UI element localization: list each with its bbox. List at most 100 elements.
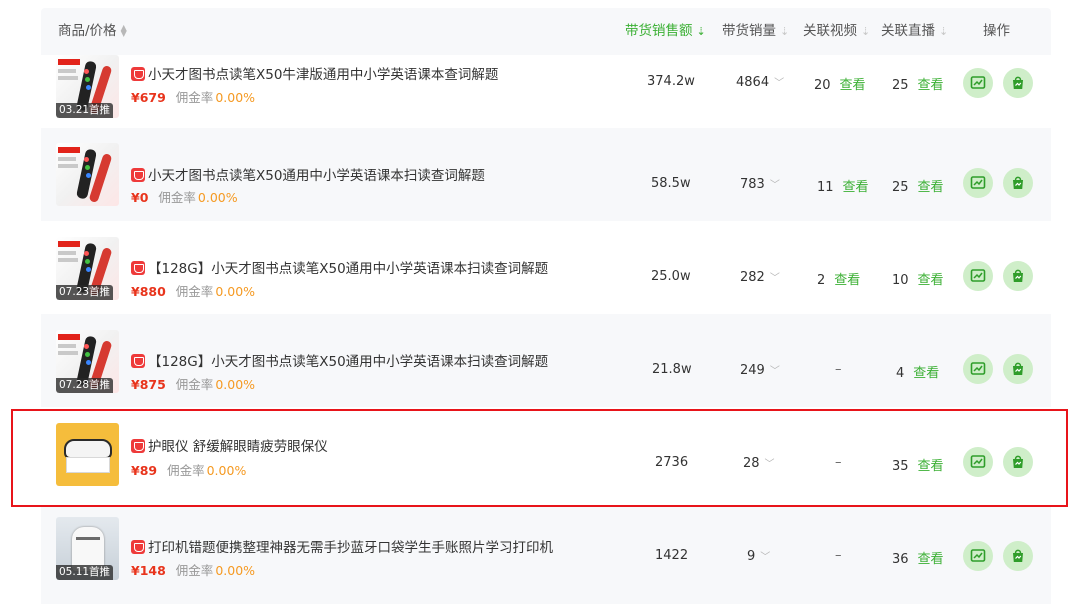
sales-volume[interactable]: 4864 ﹀ (736, 74, 784, 90)
view-live-link[interactable]: 查看 (918, 180, 944, 195)
store-icon (131, 354, 145, 368)
sales-amount: 25.0w (651, 269, 691, 284)
price-line: ¥875 佣金率 0.00% (131, 377, 256, 392)
commission-rate: 0.00% (215, 377, 256, 392)
sales-volume[interactable]: 282 ﹀ (740, 269, 780, 285)
chevron-down-icon: ﹀ (774, 78, 785, 89)
product-title[interactable]: 【128G】小天才图书点读笔X50通用中小学英语课本扫读查词解题 (131, 257, 548, 277)
product-price: ¥875 (131, 377, 166, 392)
product-title[interactable]: 打印机错题便携整理神器无需手抄蓝牙口袋学生手账照片学习打印机 (131, 536, 553, 556)
view-videos-link[interactable]: 查看 (840, 78, 866, 93)
chevron-down-icon: ﹀ (769, 180, 780, 191)
recommend-badge: 07.28首推 (56, 378, 114, 393)
table-header: 商品/价格 ▲ ▼ 带货销售额 ⇣ 带货销量 ⇣ 关联视频 ⇣ 关联直播 ⇣ 操作 (41, 8, 1051, 55)
analysis-button[interactable] (963, 541, 993, 571)
add-to-shop-button[interactable] (1003, 261, 1033, 291)
sort-desc-icon: ⇣ (861, 25, 871, 38)
product-thumbnail[interactable] (56, 143, 119, 206)
view-live-link[interactable]: 查看 (913, 366, 939, 381)
store-icon (131, 261, 145, 275)
sales-volume[interactable]: 9 ﹀ (747, 548, 770, 564)
product-thumbnail[interactable]: 05.11首推 (56, 517, 119, 580)
chart-icon (970, 362, 986, 375)
product-thumbnail[interactable]: 07.28首推 (56, 330, 119, 393)
header-related-live[interactable]: 关联直播 ⇣ (881, 8, 948, 55)
chart-icon (970, 76, 986, 89)
price-line: ¥679 佣金率 0.00% (131, 90, 256, 105)
sales-amount: 1422 (655, 548, 689, 563)
product-thumbnail[interactable]: 03.21首推 (56, 55, 119, 118)
sales-amount: 58.5w (651, 176, 691, 191)
store-icon (131, 168, 145, 182)
add-to-shop-button[interactable] (1003, 168, 1033, 198)
related-videos: 11 查看 (817, 180, 869, 195)
analysis-button[interactable] (963, 68, 993, 98)
view-videos-link[interactable]: 查看 (843, 180, 869, 195)
related-live: 36 查看 (892, 552, 944, 567)
price-line: ¥880 佣金率 0.00% (131, 284, 256, 299)
product-price: ¥148 (131, 563, 166, 578)
sales-amount: 21.8w (652, 362, 692, 377)
table-row: 05.11首推 打印机错题便携整理神器无需手抄蓝牙口袋学生手账照片学习打印机 ¥… (41, 507, 1051, 604)
sort-desc-icon: ⇣ (696, 25, 706, 38)
commission-rate: 0.00% (215, 563, 256, 578)
header-related-videos[interactable]: 关联视频 ⇣ (803, 8, 870, 55)
related-videos: 20 查看 (814, 78, 866, 93)
table-row: 07.28首推 【128G】小天才图书点读笔X50通用中小学英语课本扫读查词解题… (41, 314, 1051, 407)
add-to-shop-button[interactable] (1003, 68, 1033, 98)
header-sales-volume[interactable]: 带货销量 ⇣ (722, 8, 789, 55)
store-icon (131, 540, 145, 554)
shopping-bag-icon (1013, 549, 1023, 562)
chevron-down-icon: ﹀ (769, 366, 780, 377)
header-actions: 操作 (983, 23, 1010, 39)
commission-rate: 0.00% (197, 190, 238, 205)
commission-rate: 0.00% (215, 90, 256, 105)
product-title[interactable]: 小天才图书点读笔X50通用中小学英语课本扫读查词解题 (131, 164, 485, 184)
chart-icon (970, 549, 986, 562)
product-thumbnail[interactable]: 07.23首推 (56, 237, 119, 300)
related-live: 25 查看 (892, 180, 944, 195)
product-title[interactable]: 小天才图书点读笔X50牛津版通用中小学英语课本查词解题 (131, 63, 498, 83)
recommend-badge: 03.21首推 (56, 103, 114, 118)
recommend-badge: 05.11首推 (56, 565, 114, 580)
related-live: 25 查看 (892, 78, 944, 93)
shopping-bag-icon (1013, 76, 1023, 89)
product-price: ¥0 (131, 190, 149, 205)
product-title[interactable]: 【128G】小天才图书点读笔X50通用中小学英语课本扫读查词解题 (131, 350, 548, 370)
view-videos-link[interactable]: 查看 (834, 273, 860, 288)
product-price: ¥679 (131, 90, 166, 105)
related-live: 10 查看 (892, 273, 944, 288)
chevron-down-icon: ﹀ (769, 273, 780, 284)
price-line: ¥148 佣金率 0.00% (131, 563, 256, 578)
shopping-bag-icon (1013, 269, 1023, 282)
header-goods-price[interactable]: 商品/价格 ▲ ▼ (58, 8, 127, 55)
price-line: ¥0 佣金率 0.00% (131, 190, 238, 205)
shopping-bag-icon (1013, 176, 1023, 189)
header-sales-amount[interactable]: 带货销售额 ⇣ (625, 8, 706, 55)
analysis-button[interactable] (963, 354, 993, 384)
analysis-button[interactable] (963, 168, 993, 198)
chart-icon (970, 269, 986, 282)
sort-icon: ▲ ▼ (120, 23, 127, 38)
add-to-shop-button[interactable] (1003, 541, 1033, 571)
chart-icon (970, 176, 986, 189)
table-row: 07.23首推 【128G】小天才图书点读笔X50通用中小学英语课本扫读查词解题… (41, 221, 1051, 314)
table-row: 小天才图书点读笔X50通用中小学英语课本扫读查词解题 ¥0 佣金率 0.00% 58… (41, 128, 1051, 221)
related-videos: – (835, 362, 842, 377)
view-live-link[interactable]: 查看 (918, 78, 944, 93)
commission-rate: 0.00% (215, 284, 256, 299)
sales-volume[interactable]: 249 ﹀ (740, 362, 780, 378)
related-videos: 2 查看 (817, 273, 861, 288)
view-live-link[interactable]: 查看 (918, 552, 944, 567)
analysis-button[interactable] (963, 261, 993, 291)
related-live: 4 查看 (896, 366, 940, 381)
chevron-down-icon: ﹀ (760, 552, 771, 563)
related-videos: – (835, 548, 842, 563)
sort-desc-icon: ⇣ (780, 25, 790, 38)
sales-amount: 374.2w (647, 74, 695, 89)
add-to-shop-button[interactable] (1003, 354, 1033, 384)
store-icon (131, 67, 145, 81)
sort-desc-icon: ⇣ (939, 25, 949, 38)
view-live-link[interactable]: 查看 (918, 273, 944, 288)
sales-volume[interactable]: 783 ﹀ (740, 176, 780, 192)
